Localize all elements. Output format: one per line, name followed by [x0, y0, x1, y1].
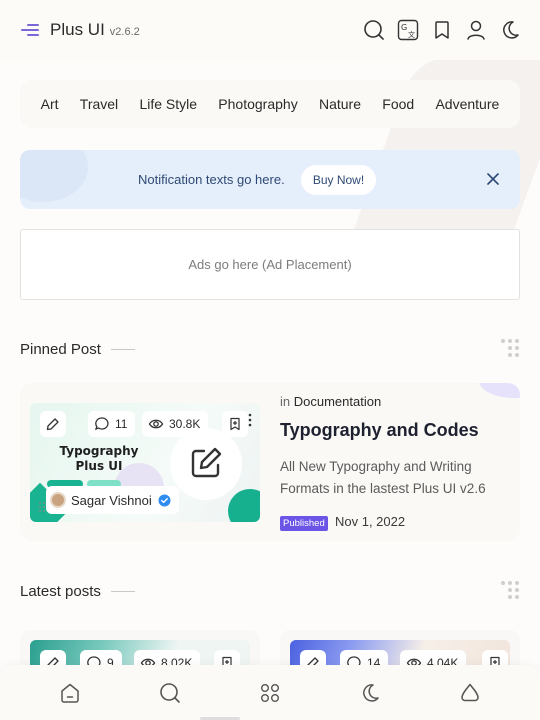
home-icon[interactable]: [59, 682, 81, 704]
moon-icon[interactable]: [499, 19, 521, 41]
menu-icon[interactable]: [20, 22, 40, 38]
pinned-post-card[interactable]: Typography Plus UI 11 30.8K Sagar Vishno…: [20, 383, 520, 541]
post-title[interactable]: Typography and Codes: [280, 420, 479, 441]
moon-icon[interactable]: [359, 682, 381, 704]
notification-bar: Notification texts go here. Buy Now!: [20, 150, 520, 209]
svg-text:文: 文: [408, 30, 415, 39]
eye-icon: [148, 419, 164, 429]
ad-placement[interactable]: Ads go here (Ad Placement): [20, 229, 520, 300]
category-prefix: in: [280, 394, 291, 409]
svg-text:G: G: [401, 23, 407, 32]
buy-now-button[interactable]: Buy Now!: [301, 165, 376, 195]
thumb-title: Typography Plus UI: [59, 444, 139, 473]
bottom-nav: [0, 665, 540, 720]
dots-grid-icon: [501, 339, 519, 357]
translate-icon[interactable]: G 文: [397, 19, 419, 41]
notification-decoration: [20, 150, 88, 202]
category-art[interactable]: Art: [41, 96, 59, 112]
post-date: Nov 1, 2022: [335, 514, 406, 529]
card-decoration: [479, 383, 520, 398]
post-category: in Documentation: [280, 394, 381, 409]
grid-icon[interactable]: [259, 682, 281, 704]
comments-value: 11: [115, 417, 128, 431]
bookmark-icon[interactable]: [431, 19, 453, 41]
latest-title-text: Latest posts: [20, 583, 101, 600]
views-value: 30.8K: [169, 417, 201, 431]
version-label: v2.6.2: [109, 26, 140, 38]
close-icon[interactable]: [487, 173, 499, 185]
category-food[interactable]: Food: [382, 96, 414, 112]
bookmark-post-button[interactable]: [222, 411, 248, 437]
category-nature[interactable]: Nature: [319, 96, 361, 112]
drop-icon[interactable]: [459, 682, 481, 704]
dots-grid-icon: [501, 581, 519, 599]
category-link[interactable]: Documentation: [294, 394, 381, 409]
verified-icon: [158, 494, 171, 506]
latest-section-title: Latest posts: [20, 583, 135, 600]
comments-count[interactable]: 11: [88, 411, 136, 437]
title-divider: [110, 591, 135, 592]
pencil-icon: [46, 418, 59, 431]
notification-text: Notification texts go here.: [138, 172, 285, 187]
title-divider: [110, 349, 135, 350]
author-name: Sagar Vishnoi: [71, 492, 152, 508]
edit-post-button[interactable]: [40, 411, 66, 437]
author-chip[interactable]: Sagar Vishnoi: [46, 486, 179, 514]
status-badge: Published: [280, 516, 328, 531]
user-icon[interactable]: [465, 19, 487, 41]
comment-icon: [94, 417, 109, 431]
post-description: All New Typography and Writing Formats i…: [280, 459, 486, 496]
views-count: 30.8K: [142, 411, 209, 437]
brand-name[interactable]: Plus UI: [50, 20, 105, 40]
search-icon[interactable]: [159, 682, 181, 704]
site-brand[interactable]: Plus UI v2.6.2: [50, 20, 140, 40]
avatar: [50, 492, 66, 508]
category-photography[interactable]: Photography: [218, 96, 297, 112]
search-icon[interactable]: [363, 19, 385, 41]
edit-icon: [191, 447, 222, 478]
category-life-style[interactable]: Life Style: [139, 96, 197, 112]
pinned-section-title: Pinned Post: [20, 341, 135, 358]
category-travel[interactable]: Travel: [80, 96, 118, 112]
post-thumbnail[interactable]: Typography Plus UI 11 30.8K Sagar Vishno…: [30, 403, 260, 522]
pinned-title-text: Pinned Post: [20, 341, 101, 358]
more-options-icon[interactable]: [248, 413, 252, 427]
category-adventure[interactable]: Adventure: [435, 96, 499, 112]
thumb-decoration: [228, 489, 260, 522]
category-nav: Art Travel Life Style Photography Nature…: [20, 80, 520, 128]
top-header: Plus UI v2.6.2 G 文: [0, 0, 540, 60]
bookmark-plus-icon: [230, 417, 240, 431]
